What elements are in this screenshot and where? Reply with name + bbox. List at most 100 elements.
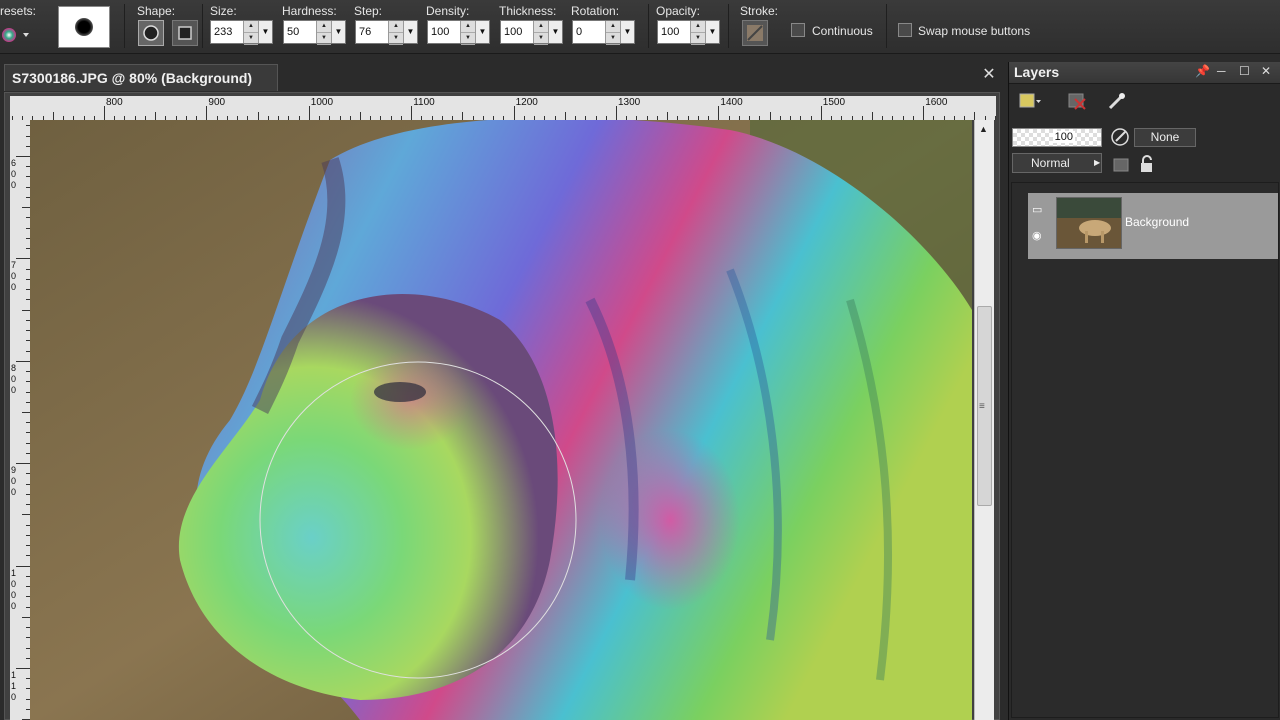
rotation-dropdown-icon[interactable]: ▼ (620, 21, 634, 43)
ruler-label: 0 (11, 476, 17, 487)
pin-icon[interactable]: 📌 (1195, 64, 1210, 78)
document-title: S7300186.JPG @ 80% (Background) (12, 70, 253, 86)
increment-icon[interactable]: ▲ (534, 21, 548, 33)
ruler-tick (360, 112, 361, 120)
ruler-tick (308, 106, 310, 120)
ruler-tick (616, 106, 617, 120)
new-layer-button[interactable] (1017, 90, 1041, 112)
decrement-icon[interactable]: ▼ (389, 33, 403, 45)
tool-options-bar: resets: Shape: Size: 233 ▲ ▼ ▼ Hardness: … (0, 0, 1280, 54)
scroll-up-icon[interactable]: ▲ (979, 124, 988, 134)
increment-icon[interactable]: ▲ (244, 21, 258, 33)
layer-opacity-value: 100 (1052, 131, 1075, 143)
round-shape-button[interactable] (138, 20, 164, 46)
increment-icon[interactable]: ▲ (606, 21, 620, 33)
ruler-label: 0 (11, 384, 17, 395)
step-dropdown-icon[interactable]: ▼ (403, 21, 417, 43)
ruler-label: 1500 (822, 97, 846, 108)
opacity-dropdown-icon[interactable]: ▼ (705, 21, 719, 43)
presets-dropdown-icon[interactable] (0, 26, 34, 44)
close-document-icon[interactable]: ✕ (980, 66, 998, 84)
decrement-icon[interactable]: ▼ (317, 33, 331, 45)
ruler-label: 8 (11, 362, 17, 373)
increment-icon[interactable]: ▲ (461, 21, 475, 33)
layer-mask-icon[interactable]: ▭ (1032, 203, 1042, 216)
hardness-spin-arrows[interactable]: ▲ ▼ (316, 21, 331, 45)
lock-icon[interactable] (1137, 154, 1157, 174)
opacity-value[interactable]: 100 (658, 21, 690, 43)
ruler-label: 1100 (413, 97, 435, 108)
rotation-stepper[interactable]: 0 ▲ ▼ ▼ (572, 20, 635, 45)
density-dropdown-icon[interactable]: ▼ (475, 21, 489, 43)
hardness-value[interactable]: 50 (284, 21, 316, 43)
brush-preview[interactable] (58, 6, 110, 48)
step-stepper[interactable]: 76 ▲ ▼ ▼ (355, 20, 418, 45)
layer-opacity-field[interactable]: 100 (1012, 128, 1102, 147)
ruler-label: 0 (11, 271, 17, 282)
size-dropdown-icon[interactable]: ▼ (258, 21, 272, 43)
blend-mode-arrow-icon[interactable]: ▶ (1094, 154, 1102, 172)
step-value[interactable]: 76 (356, 21, 388, 43)
document-tab[interactable]: S7300186.JPG @ 80% (Background) (4, 64, 278, 91)
density-spin-arrows[interactable]: ▲ ▼ (460, 21, 475, 45)
continuous-checkbox[interactable] (791, 23, 805, 37)
decrement-icon[interactable]: ▼ (534, 33, 548, 45)
rotation-label: Rotation: (571, 4, 620, 18)
size-value[interactable]: 233 (211, 21, 243, 43)
eye-visibility-icon[interactable]: ◉ (1032, 229, 1042, 242)
decrement-icon[interactable]: ▼ (461, 33, 475, 45)
hardness-stepper[interactable]: 50 ▲ ▼ ▼ (283, 20, 346, 45)
ruler-label: 7 (11, 260, 17, 271)
ruler-tick (22, 514, 30, 516)
ruler-tick (155, 112, 157, 120)
layer-effects-button[interactable] (1105, 90, 1129, 112)
density-stepper[interactable]: 100 ▲ ▼ ▼ (427, 20, 490, 45)
lock-transparency-icon[interactable] (1111, 154, 1131, 174)
opacity-stepper[interactable]: 100 ▲ ▼ ▼ (657, 20, 720, 45)
thickness-stepper[interactable]: 100 ▲ ▼ ▼ (500, 20, 563, 45)
swap-mouse-label: Swap mouse buttons (918, 24, 1031, 38)
thickness-spin-arrows[interactable]: ▲ ▼ (533, 21, 548, 45)
step-spin-arrows[interactable]: ▲ ▼ (388, 21, 403, 45)
decrement-icon[interactable]: ▼ (606, 33, 620, 45)
hardness-dropdown-icon[interactable]: ▼ (331, 21, 345, 43)
density-value[interactable]: 100 (428, 21, 460, 43)
size-label: Size: (210, 4, 237, 18)
increment-icon[interactable]: ▲ (389, 21, 403, 33)
layer-row-background[interactable]: ▭ ◉ Background (1028, 193, 1278, 259)
minimize-icon[interactable]: ─ (1217, 64, 1226, 78)
mask-mode-button[interactable]: None (1134, 128, 1196, 147)
stroke-button[interactable] (742, 20, 768, 46)
ruler-tick (104, 106, 105, 120)
square-shape-button[interactable] (172, 20, 198, 46)
vertical-scrollbar[interactable]: ▲ ≡ (974, 120, 994, 720)
decrement-icon[interactable]: ▼ (244, 33, 258, 45)
size-spin-arrows[interactable]: ▲ ▼ (243, 21, 258, 45)
ruler-tick (994, 116, 996, 120)
rotation-value[interactable]: 0 (573, 21, 605, 43)
ruler-tick (872, 112, 873, 120)
opacity-spin-arrows[interactable]: ▲ ▼ (690, 21, 705, 45)
rotation-spin-arrows[interactable]: ▲ ▼ (605, 21, 620, 45)
thickness-dropdown-icon[interactable]: ▼ (548, 21, 562, 43)
decrement-icon[interactable]: ▼ (691, 33, 705, 45)
mask-mode-label: None (1150, 130, 1180, 144)
size-stepper[interactable]: 233 ▲ ▼ ▼ (210, 20, 273, 45)
image-canvas[interactable] (30, 120, 972, 720)
ruler-label: 0 (11, 487, 17, 498)
swap-mouse-checkbox[interactable] (898, 23, 912, 37)
lion-statue-photo (30, 120, 972, 720)
ruler-tick (206, 106, 208, 120)
ruler-tick (718, 106, 720, 120)
brush-mask-icon[interactable] (1109, 126, 1131, 148)
close-panel-icon[interactable]: ✕ (1261, 64, 1271, 78)
vertical-ruler: 6007008009001000110 (10, 120, 30, 720)
maximize-icon[interactable]: ☐ (1239, 64, 1250, 78)
thickness-value[interactable]: 100 (501, 21, 533, 43)
increment-icon[interactable]: ▲ (317, 21, 331, 33)
stroke-brush-icon (747, 25, 763, 41)
blend-mode-select[interactable]: Normal (1012, 153, 1102, 173)
toolbar-separator (202, 4, 203, 48)
increment-icon[interactable]: ▲ (691, 21, 705, 33)
delete-layer-button[interactable] (1065, 90, 1089, 112)
